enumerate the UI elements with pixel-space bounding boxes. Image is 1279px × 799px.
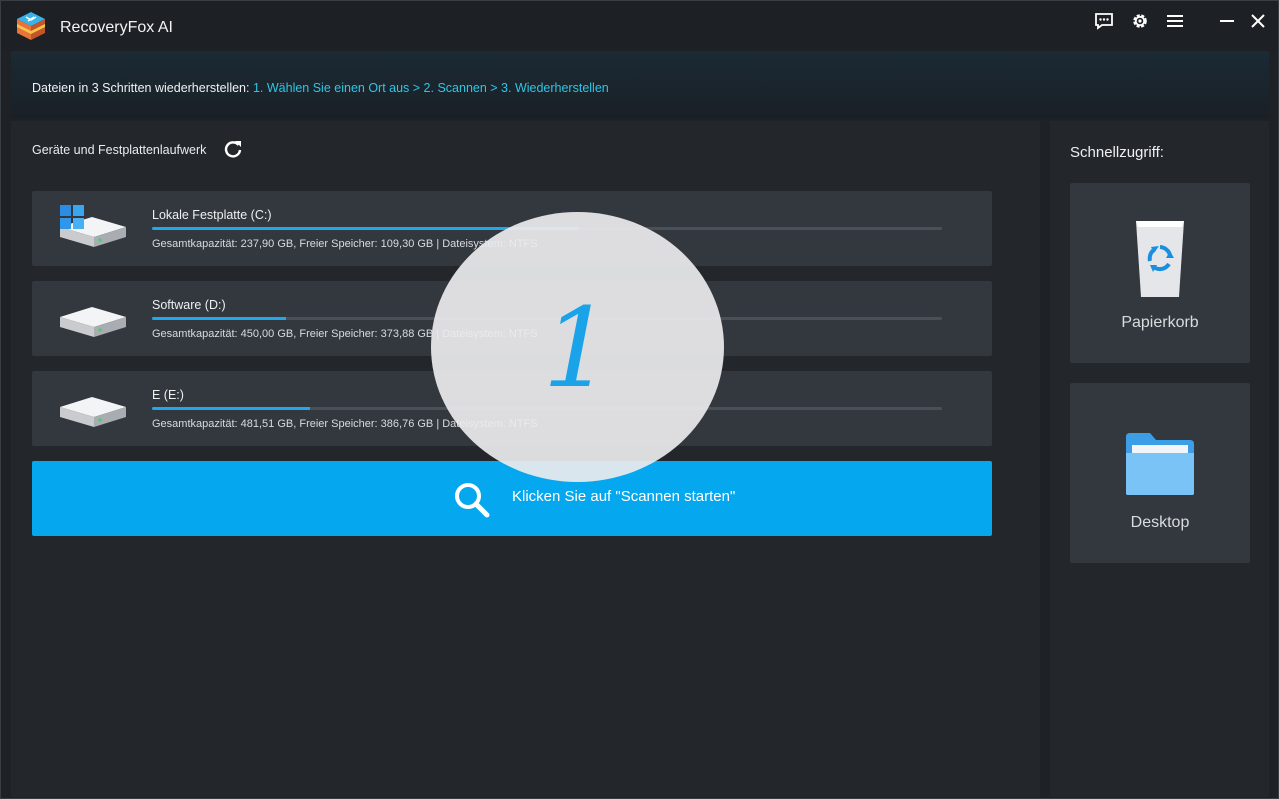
hard-drive-icon bbox=[60, 397, 126, 427]
recycle-bin-icon bbox=[1136, 221, 1184, 297]
step-overlay: 1 bbox=[431, 212, 724, 482]
steps-prefix: Dateien in 3 Schritten wiederherstellen: bbox=[32, 81, 250, 95]
hard-drive-icon bbox=[60, 307, 126, 337]
start-scan-label: Klicken Sie auf "Scannen starten" bbox=[512, 488, 736, 505]
search-icon bbox=[455, 483, 490, 518]
steps-sequence: 1. Wählen Sie einen Ort aus > 2. Scannen… bbox=[252, 81, 609, 95]
folder-icon bbox=[1126, 433, 1194, 495]
minimize-icon[interactable] bbox=[1216, 10, 1238, 32]
app-logo-icon bbox=[17, 12, 45, 40]
quick-access-recycle-bin[interactable]: Papierkorb bbox=[1070, 183, 1250, 363]
drive-usage-fill bbox=[152, 317, 287, 320]
title-bar: RecoveryFox AI bbox=[1, 1, 1278, 51]
drive-name: E (E:) bbox=[152, 388, 184, 402]
recycle-bin-label: Papierkorb bbox=[1121, 314, 1199, 331]
devices-title: Geräte und Festplattenlaufwerk bbox=[32, 143, 207, 157]
drive-usage-fill bbox=[152, 407, 310, 410]
quick-access-desktop[interactable]: Desktop bbox=[1070, 383, 1250, 563]
step-number: 1 bbox=[542, 284, 613, 412]
drive-name: Lokale Festplatte (C:) bbox=[152, 208, 272, 222]
start-scan-button[interactable]: Klicken Sie auf "Scannen starten" bbox=[32, 461, 992, 536]
refresh-icon[interactable] bbox=[223, 139, 243, 159]
steps-banner: Dateien in 3 Schritten wiederherstellen:… bbox=[11, 51, 1269, 119]
quick-access-title: Schnellzugriff: bbox=[1070, 144, 1164, 161]
chat-icon[interactable] bbox=[1093, 10, 1115, 32]
drive-name: Software (D:) bbox=[152, 298, 226, 312]
steps-text: Dateien in 3 Schritten wiederherstellen:… bbox=[32, 81, 609, 95]
app-window: RecoveryFox AI Dateien in 3 Schritten wi… bbox=[0, 0, 1279, 799]
menu-icon[interactable] bbox=[1164, 10, 1186, 32]
gear-icon[interactable] bbox=[1129, 10, 1151, 32]
windows-drive-icon bbox=[60, 205, 126, 247]
quick-access-panel: Schnellzugriff: Papierkorb Desktop bbox=[1050, 121, 1269, 797]
app-title: RecoveryFox AI bbox=[60, 19, 173, 36]
desktop-label: Desktop bbox=[1130, 514, 1190, 531]
close-icon[interactable] bbox=[1247, 10, 1269, 32]
